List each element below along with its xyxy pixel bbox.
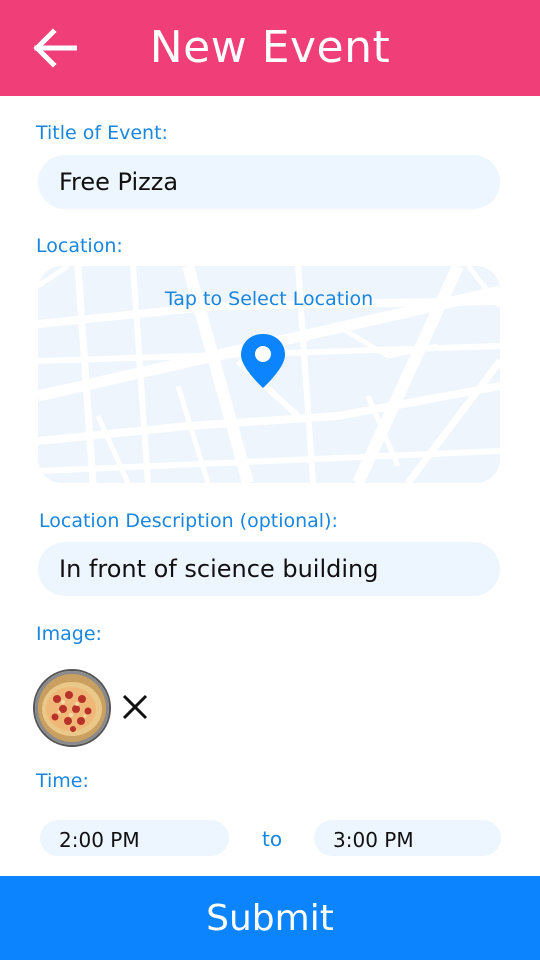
submit-button[interactable]: Submit	[0, 876, 540, 960]
time-label: Time:	[36, 770, 89, 792]
location-label: Location:	[36, 235, 123, 257]
map-prompt: Tap to Select Location	[164, 288, 374, 310]
event-title-input[interactable]	[38, 155, 500, 209]
end-time-field[interactable]: 3:00 PM	[314, 820, 501, 856]
page-title: New Event	[149, 22, 391, 73]
title-label: Title of Event:	[36, 122, 168, 144]
location-map-picker[interactable]: Tap to Select Location	[38, 266, 500, 483]
app-bar: New Event	[0, 0, 540, 96]
close-icon	[122, 694, 148, 720]
location-description-label: Location Description (optional):	[39, 510, 338, 532]
pizza-image-thumbnail	[33, 669, 111, 747]
start-time-field[interactable]: 2:00 PM	[40, 820, 229, 856]
time-separator: to	[262, 827, 283, 851]
remove-image-button[interactable]	[118, 690, 152, 724]
map-pin-icon	[241, 334, 285, 388]
image-label: Image:	[36, 623, 102, 645]
new-event-screen: New Event Title of Event: Location:	[0, 0, 540, 960]
pizza-photo	[35, 671, 109, 745]
location-description-input[interactable]	[38, 542, 500, 596]
